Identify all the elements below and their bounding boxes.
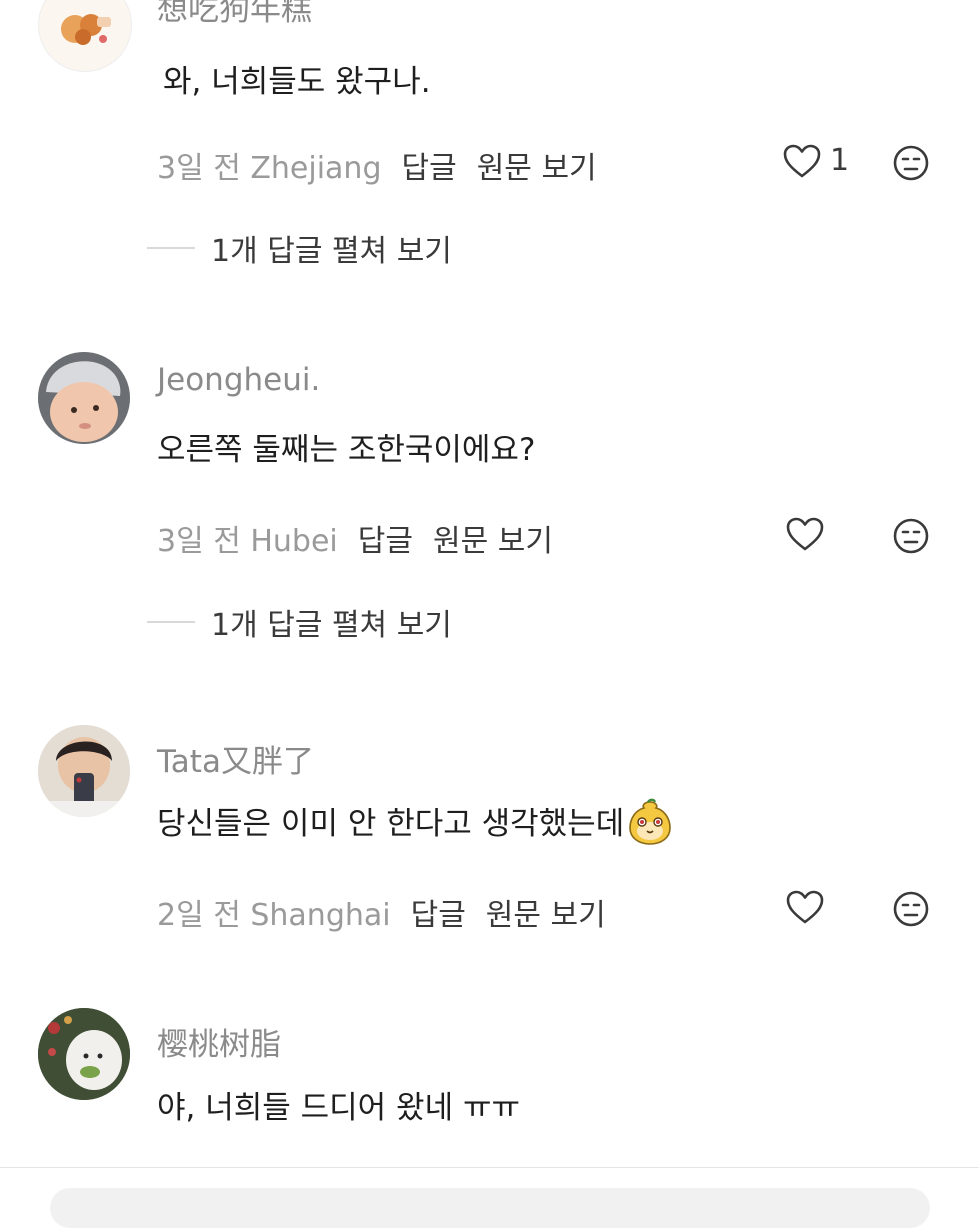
neutral-face-icon[interactable] bbox=[891, 143, 931, 183]
view-original-button[interactable]: 원문 보기 bbox=[477, 151, 597, 186]
comment-date-location: 2일 전 Shanghai bbox=[157, 898, 391, 933]
avatar-baby-image bbox=[38, 352, 130, 444]
avatar-food-image bbox=[61, 14, 111, 45]
expand-replies-button[interactable]: 1개 답글 펼쳐 보기 bbox=[147, 602, 452, 643]
comment-text: 야, 너희들 드디어 왔네 ㅠㅠ bbox=[157, 1090, 520, 1126]
comment-text-content: 당신들은 이미 안 한다고 생각했는데 bbox=[157, 806, 625, 842]
expand-replies-button[interactable]: 1개 답글 펼쳐 보기 bbox=[147, 228, 452, 269]
comment-text: 당신들은 이미 안 한다고 생각했는데 bbox=[157, 798, 674, 846]
comment-text: 와, 너희들도 왔구나. bbox=[163, 64, 431, 100]
like-count: 1 bbox=[830, 143, 850, 178]
bottom-divider bbox=[0, 1167, 979, 1168]
comment-username[interactable]: 樱桃树脂 bbox=[157, 1019, 281, 1064]
comment-date-location: 3일 전 Zhejiang bbox=[157, 151, 382, 186]
comment-meta: 3일 전 Hubei 답글 원문 보기 bbox=[157, 516, 553, 560]
comment-meta: 2일 전 Shanghai 답글 원문 보기 bbox=[157, 890, 606, 934]
neutral-face-icon[interactable] bbox=[891, 889, 931, 929]
comment-meta: 3일 전 Zhejiang 답글 원문 보기 bbox=[157, 143, 597, 187]
reply-button[interactable]: 답글 bbox=[411, 898, 466, 933]
view-original-button[interactable]: 원문 보기 bbox=[433, 524, 553, 559]
avatar[interactable] bbox=[38, 1008, 130, 1100]
comment-username[interactable]: Jeongheui. bbox=[157, 362, 320, 398]
reply-button[interactable]: 답글 bbox=[402, 151, 457, 186]
comment-username[interactable]: 想吃狗年糕 bbox=[157, 0, 312, 29]
neutral-face-icon[interactable] bbox=[891, 516, 931, 556]
expand-divider bbox=[147, 247, 195, 249]
yellow-mascot-emoji bbox=[629, 798, 672, 845]
avatar-selfie-image bbox=[38, 725, 130, 817]
heart-outline-icon[interactable] bbox=[782, 142, 822, 182]
view-original-button[interactable]: 원문 보기 bbox=[486, 898, 606, 933]
comment-username[interactable]: Tata又胖了 bbox=[157, 736, 314, 781]
expand-replies-label: 1개 답글 펼쳐 보기 bbox=[211, 608, 452, 643]
avatar[interactable] bbox=[38, 0, 132, 72]
expand-divider bbox=[147, 621, 195, 623]
avatar-dog-image bbox=[38, 1008, 130, 1100]
comment-date-location: 3일 전 Hubei bbox=[157, 524, 338, 559]
avatar[interactable] bbox=[38, 725, 130, 817]
comment-text: 오른쪽 둘째는 조한국이에요? bbox=[157, 432, 536, 468]
avatar[interactable] bbox=[38, 352, 130, 444]
comment-input-bar[interactable] bbox=[50, 1188, 930, 1228]
expand-replies-label: 1개 답글 펼쳐 보기 bbox=[211, 234, 452, 269]
reply-button[interactable]: 답글 bbox=[358, 524, 413, 559]
heart-outline-icon[interactable] bbox=[785, 515, 825, 555]
heart-outline-icon[interactable] bbox=[785, 888, 825, 928]
